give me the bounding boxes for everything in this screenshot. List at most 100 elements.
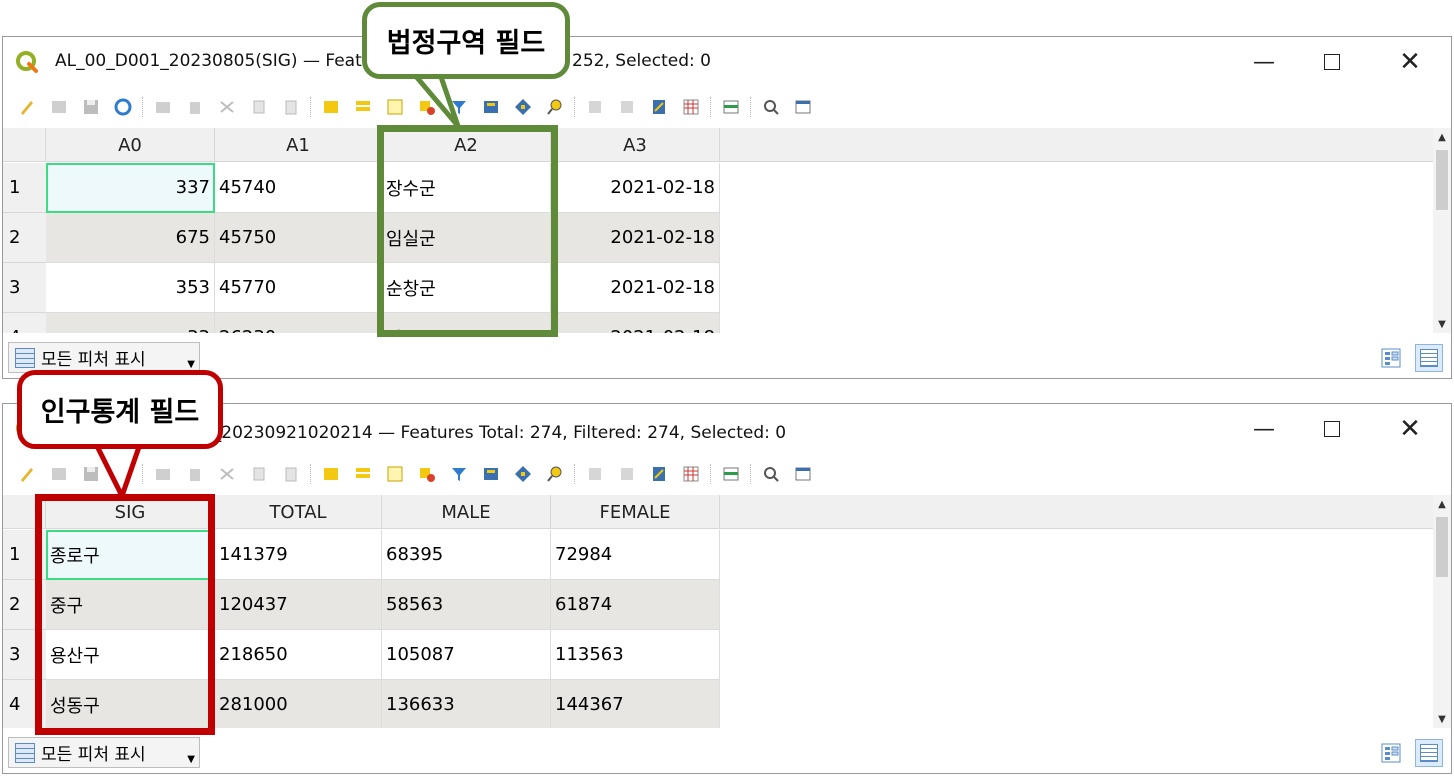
table-cell[interactable]: 68395 [382, 530, 551, 580]
table-view-button[interactable] [1415, 739, 1443, 767]
table-cell[interactable]: 144367 [551, 680, 720, 728]
table-cell[interactable]: 120437 [215, 580, 382, 630]
paste-icon[interactable] [280, 96, 302, 118]
new-field-icon[interactable] [584, 96, 606, 118]
invert-selection-icon[interactable] [384, 96, 406, 118]
scroll-up-icon[interactable]: ▲ [1433, 128, 1451, 146]
table-cell[interactable]: 2021-02-18 [551, 263, 720, 313]
row-number[interactable]: 4 [3, 313, 46, 333]
field-calculator-icon[interactable] [648, 463, 670, 485]
row-number[interactable]: 3 [3, 263, 46, 313]
invert-selection-icon[interactable] [384, 463, 406, 485]
close-icon[interactable]: ✕ [1391, 45, 1429, 79]
cut-icon[interactable] [216, 463, 238, 485]
delete-feature-icon[interactable] [184, 463, 206, 485]
move-selection-top-icon[interactable] [480, 463, 502, 485]
column-header-a1[interactable]: A1 [215, 128, 382, 162]
table-row[interactable]: 2 675 45750 임실군 2021-02-18 [3, 213, 720, 263]
deselect-icon[interactable] [416, 463, 438, 485]
table-cell[interactable]: 26230 [215, 313, 382, 333]
table-cell[interactable]: 2021-02-18 [551, 313, 720, 333]
select-all-icon[interactable] [352, 463, 374, 485]
table-cell[interactable]: 61874 [551, 580, 720, 630]
scroll-thumb[interactable] [1436, 517, 1448, 577]
table-view-button[interactable] [1415, 344, 1443, 372]
minimize-icon[interactable]: — [1245, 412, 1283, 446]
conditional-formatting-icon[interactable] [680, 463, 702, 485]
expression-select-icon[interactable] [320, 463, 342, 485]
organize-columns-icon[interactable] [792, 463, 814, 485]
table-cell[interactable]: 105087 [382, 630, 551, 680]
vertical-scrollbar[interactable]: ▲ ▼ [1433, 128, 1451, 333]
field-calculator-icon[interactable] [648, 96, 670, 118]
pan-to-selection-icon[interactable] [512, 463, 534, 485]
table-cell[interactable]: 218650 [215, 630, 382, 680]
table-cell[interactable]: 45750 [215, 213, 382, 263]
delete-field-icon[interactable] [616, 96, 638, 118]
copy-icon[interactable] [248, 96, 270, 118]
maximize-icon[interactable] [1313, 412, 1351, 446]
zoom-to-selection-icon[interactable] [544, 463, 566, 485]
table-cell[interactable]: 45770 [215, 263, 382, 313]
column-header-male[interactable]: MALE [382, 495, 551, 529]
column-header-total[interactable]: TOTAL [215, 495, 382, 529]
dock-table-icon[interactable] [720, 96, 742, 118]
table-cell[interactable]: 281000 [215, 680, 382, 728]
table-cell[interactable]: 72984 [551, 530, 720, 580]
filter-icon[interactable] [448, 463, 470, 485]
scroll-down-icon[interactable]: ▼ [1433, 315, 1451, 333]
new-field-icon[interactable] [584, 463, 606, 485]
multi-edit-icon[interactable] [48, 96, 70, 118]
add-feature-icon[interactable] [152, 96, 174, 118]
table-cell[interactable]: 136633 [382, 680, 551, 728]
zoom-to-selection-icon[interactable] [544, 96, 566, 118]
form-view-button[interactable] [1377, 739, 1405, 767]
table-cell[interactable]: 33 [46, 313, 215, 333]
table-cell[interactable]: 2021-02-18 [551, 213, 720, 263]
minimize-icon[interactable]: — [1245, 45, 1283, 79]
conditional-formatting-icon[interactable] [680, 96, 702, 118]
form-view-button[interactable] [1377, 344, 1405, 372]
table-cell[interactable]: 2021-02-18 [551, 163, 720, 213]
delete-feature-icon[interactable] [184, 96, 206, 118]
table-cell[interactable]: 141379 [215, 530, 382, 580]
move-selection-top-icon[interactable] [480, 96, 502, 118]
table-cell[interactable]: 45740 [215, 163, 382, 213]
vertical-scrollbar[interactable]: ▲ ▼ [1433, 495, 1451, 728]
column-header-a0[interactable]: A0 [46, 128, 215, 162]
reload-icon[interactable] [112, 96, 134, 118]
scroll-thumb[interactable] [1436, 150, 1448, 210]
column-header-female[interactable]: FEMALE [551, 495, 720, 529]
paste-icon[interactable] [280, 463, 302, 485]
pan-to-selection-icon[interactable] [512, 96, 534, 118]
actions-icon[interactable] [760, 463, 782, 485]
feature-filter-button[interactable]: 모든 피처 표시 ▼ [8, 737, 200, 768]
table-row[interactable]: 3 353 45770 순창군 2021-02-18 [3, 263, 720, 313]
table-cell[interactable]: 113563 [551, 630, 720, 680]
dock-table-icon[interactable] [720, 463, 742, 485]
save-edits-icon[interactable] [80, 96, 102, 118]
toggle-editing-icon[interactable] [16, 96, 38, 118]
actions-icon[interactable] [760, 96, 782, 118]
close-icon[interactable]: ✕ [1391, 412, 1429, 446]
table-cell[interactable]: 675 [46, 213, 215, 263]
scroll-up-icon[interactable]: ▲ [1433, 495, 1451, 513]
column-header-a3[interactable]: A3 [551, 128, 720, 162]
toggle-editing-icon[interactable] [16, 463, 38, 485]
multi-edit-icon[interactable] [48, 463, 70, 485]
row-number[interactable]: 1 [3, 163, 46, 213]
table-cell[interactable]: 337 [46, 163, 215, 213]
table-row[interactable]: 1 337 45740 장수군 2021-02-18 [3, 163, 720, 213]
organize-columns-icon[interactable] [792, 96, 814, 118]
expression-select-icon[interactable] [320, 96, 342, 118]
cut-icon[interactable] [216, 96, 238, 118]
copy-icon[interactable] [248, 463, 270, 485]
select-all-icon[interactable] [352, 96, 374, 118]
table-cell[interactable]: 353 [46, 263, 215, 313]
header-corner[interactable] [3, 128, 46, 162]
maximize-icon[interactable] [1313, 45, 1351, 79]
table-cell[interactable]: 58563 [382, 580, 551, 630]
feature-filter-button[interactable]: 모든 피처 표시 ▼ [8, 342, 200, 373]
scroll-down-icon[interactable]: ▼ [1433, 710, 1451, 728]
delete-field-icon[interactable] [616, 463, 638, 485]
